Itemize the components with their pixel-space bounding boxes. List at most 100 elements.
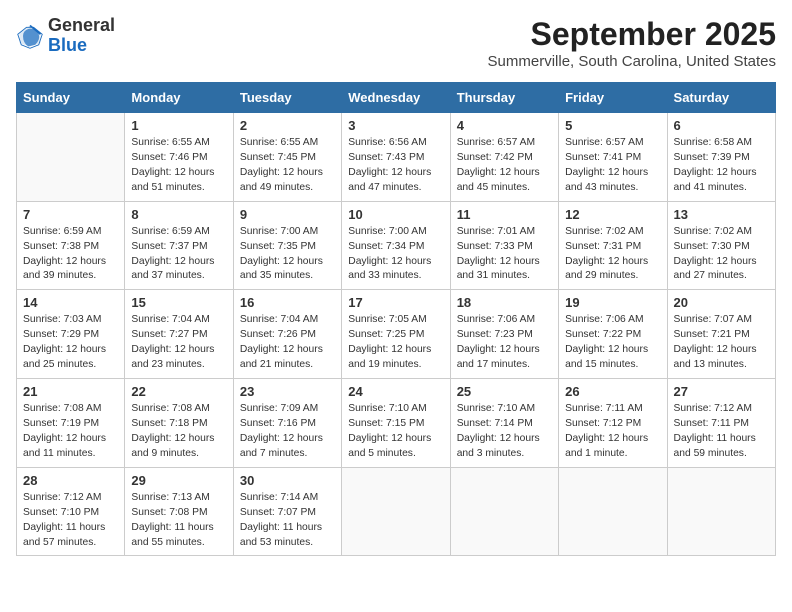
day-info: Sunrise: 6:57 AM Sunset: 7:41 PM Dayligh…: [565, 136, 660, 196]
calendar-day-cell: 19 Sunrise: 7:06 AM Sunset: 7:22 PM Dayli…: [559, 290, 667, 379]
calendar-day-cell: [450, 467, 558, 556]
calendar-day-cell: 28Sunrise: 7:12 AM Sunset: 7:10 PM Dayli…: [17, 467, 125, 556]
calendar-day-cell: 24 Sunrise: 7:10 AM Sunset: 7:15 PM Dayli…: [342, 379, 450, 468]
logo-icon: [16, 22, 44, 50]
day-number: 6: [674, 118, 769, 133]
day-number: 13: [674, 207, 769, 222]
day-number: 4: [457, 118, 552, 133]
day-info: Sunrise: 7:01 AM Sunset: 7:33 PM Dayligh…: [457, 225, 552, 285]
calendar-day-cell: 27 Sunrise: 7:12 AM Sunset: 7:11 PM Dayli…: [667, 379, 775, 468]
calendar-day-cell: 3 Sunrise: 6:56 AM Sunset: 7:43 PM Daylig…: [342, 113, 450, 202]
day-number: 12: [565, 207, 660, 222]
calendar-day-cell: 17Sunrise: 7:05 AM Sunset: 7:25 PM Dayli…: [342, 290, 450, 379]
calendar-day-cell: 10 Sunrise: 7:00 AM Sunset: 7:34 PM Dayli…: [342, 201, 450, 290]
day-number: 9: [240, 207, 335, 222]
calendar-day-cell: 2 Sunrise: 6:55 AM Sunset: 7:45 PM Daylig…: [233, 113, 341, 202]
calendar-day-cell: 18Sunrise: 7:06 AM Sunset: 7:23 PM Dayli…: [450, 290, 558, 379]
calendar-day-cell: 22 Sunrise: 7:08 AM Sunset: 7:18 PM Dayli…: [125, 379, 233, 468]
calendar-day-cell: 9 Sunrise: 7:00 AM Sunset: 7:35 PM Daylig…: [233, 201, 341, 290]
day-number: 1: [131, 118, 226, 133]
day-number: 8: [131, 207, 226, 222]
day-info: Sunrise: 7:08 AM Sunset: 7:19 PM Dayligh…: [23, 402, 118, 462]
calendar-day-cell: 12 Sunrise: 7:02 AM Sunset: 7:31 PM Dayli…: [559, 201, 667, 290]
calendar-day-cell: 29Sunrise: 7:13 AM Sunset: 7:08 PM Dayli…: [125, 467, 233, 556]
day-info: Sunrise: 6:56 AM Sunset: 7:43 PM Dayligh…: [348, 136, 443, 196]
day-info: Sunrise: 7:02 AM Sunset: 7:31 PM Dayligh…: [565, 225, 660, 285]
day-info: Sunrise: 7:12 AM Sunset: 7:11 PM Dayligh…: [674, 402, 769, 462]
day-number: 11: [457, 207, 552, 222]
calendar-table: SundayMondayTuesdayWednesdayThursdayFrid…: [16, 82, 776, 556]
day-info: Sunrise: 7:05 AM Sunset: 7:25 PM Dayligh…: [348, 313, 443, 373]
calendar-day-cell: 11 Sunrise: 7:01 AM Sunset: 7:33 PM Dayli…: [450, 201, 558, 290]
day-info: Sunrise: 7:08 AM Sunset: 7:18 PM Dayligh…: [131, 402, 226, 462]
logo: General Blue: [16, 16, 115, 56]
calendar-day-cell: 21 Sunrise: 7:08 AM Sunset: 7:19 PM Dayli…: [17, 379, 125, 468]
day-number: 30: [240, 473, 335, 488]
day-info: Sunrise: 7:02 AM Sunset: 7:30 PM Dayligh…: [674, 225, 769, 285]
day-number: 10: [348, 207, 443, 222]
day-number: 14: [23, 295, 118, 310]
calendar-day-cell: [667, 467, 775, 556]
calendar-day-cell: [342, 467, 450, 556]
page-header: General Blue September 2025 Summerville,…: [16, 16, 776, 70]
day-info: Sunrise: 7:11 AM Sunset: 7:12 PM Dayligh…: [565, 402, 660, 462]
day-number: 24: [348, 384, 443, 399]
day-number: 23: [240, 384, 335, 399]
calendar-day-cell: 30 Sunrise: 7:14 AM Sunset: 7:07 PM Dayli…: [233, 467, 341, 556]
weekday-header-cell: Sunday: [17, 83, 125, 113]
day-info: Sunrise: 6:55 AM Sunset: 7:45 PM Dayligh…: [240, 136, 335, 196]
day-info: Sunrise: 6:57 AM Sunset: 7:42 PM Dayligh…: [457, 136, 552, 196]
day-info: Sunrise: 7:10 AM Sunset: 7:15 PM Dayligh…: [348, 402, 443, 462]
day-number: 19: [565, 295, 660, 310]
calendar-body: 1Sunrise: 6:55 AM Sunset: 7:46 PM Daylig…: [17, 113, 776, 556]
calendar-day-cell: 20Sunrise: 7:07 AM Sunset: 7:21 PM Dayli…: [667, 290, 775, 379]
day-number: 25: [457, 384, 552, 399]
calendar-day-cell: 23Sunrise: 7:09 AM Sunset: 7:16 PM Dayli…: [233, 379, 341, 468]
weekday-header-row: SundayMondayTuesdayWednesdayThursdayFrid…: [17, 83, 776, 113]
day-number: 16: [240, 295, 335, 310]
day-info: Sunrise: 7:03 AM Sunset: 7:29 PM Dayligh…: [23, 313, 118, 373]
day-info: Sunrise: 7:00 AM Sunset: 7:34 PM Dayligh…: [348, 225, 443, 285]
day-number: 22: [131, 384, 226, 399]
calendar-day-cell: 25 Sunrise: 7:10 AM Sunset: 7:14 PM Dayli…: [450, 379, 558, 468]
day-info: Sunrise: 6:59 AM Sunset: 7:38 PM Dayligh…: [23, 225, 118, 285]
month-title: September 2025: [488, 16, 776, 53]
day-info: Sunrise: 7:04 AM Sunset: 7:26 PM Dayligh…: [240, 313, 335, 373]
day-info: Sunrise: 7:00 AM Sunset: 7:35 PM Dayligh…: [240, 225, 335, 285]
location-text: Summerville, South Carolina, United Stat…: [488, 53, 776, 70]
calendar-day-cell: 4 Sunrise: 6:57 AM Sunset: 7:42 PM Daylig…: [450, 113, 558, 202]
day-number: 27: [674, 384, 769, 399]
day-number: 18: [457, 295, 552, 310]
day-number: 15: [131, 295, 226, 310]
day-number: 28: [23, 473, 118, 488]
logo-blue-text: Blue: [48, 35, 87, 55]
calendar-day-cell: 5Sunrise: 6:57 AM Sunset: 7:41 PM Daylig…: [559, 113, 667, 202]
calendar-day-cell: [17, 113, 125, 202]
weekday-header-cell: Wednesday: [342, 83, 450, 113]
weekday-header-cell: Thursday: [450, 83, 558, 113]
day-number: 3: [348, 118, 443, 133]
weekday-header-cell: Saturday: [667, 83, 775, 113]
calendar-week-row: 7 Sunrise: 6:59 AM Sunset: 7:38 PM Daylig…: [17, 201, 776, 290]
calendar-week-row: 28Sunrise: 7:12 AM Sunset: 7:10 PM Dayli…: [17, 467, 776, 556]
weekday-header-cell: Tuesday: [233, 83, 341, 113]
calendar-day-cell: 26 Sunrise: 7:11 AM Sunset: 7:12 PM Dayli…: [559, 379, 667, 468]
calendar-day-cell: 14 Sunrise: 7:03 AM Sunset: 7:29 PM Dayli…: [17, 290, 125, 379]
day-number: 26: [565, 384, 660, 399]
day-number: 7: [23, 207, 118, 222]
calendar-day-cell: 15Sunrise: 7:04 AM Sunset: 7:27 PM Dayli…: [125, 290, 233, 379]
weekday-header-cell: Monday: [125, 83, 233, 113]
day-info: Sunrise: 7:07 AM Sunset: 7:21 PM Dayligh…: [674, 313, 769, 373]
day-info: Sunrise: 7:14 AM Sunset: 7:07 PM Dayligh…: [240, 491, 335, 551]
day-info: Sunrise: 7:13 AM Sunset: 7:08 PM Dayligh…: [131, 491, 226, 551]
calendar-day-cell: 13 Sunrise: 7:02 AM Sunset: 7:30 PM Dayli…: [667, 201, 775, 290]
calendar-week-row: 21 Sunrise: 7:08 AM Sunset: 7:19 PM Dayli…: [17, 379, 776, 468]
day-number: 21: [23, 384, 118, 399]
day-info: Sunrise: 6:59 AM Sunset: 7:37 PM Dayligh…: [131, 225, 226, 285]
calendar-day-cell: 6Sunrise: 6:58 AM Sunset: 7:39 PM Daylig…: [667, 113, 775, 202]
day-info: Sunrise: 7:10 AM Sunset: 7:14 PM Dayligh…: [457, 402, 552, 462]
day-number: 2: [240, 118, 335, 133]
day-info: Sunrise: 7:06 AM Sunset: 7:22 PM Dayligh…: [565, 313, 660, 373]
calendar-day-cell: 1Sunrise: 6:55 AM Sunset: 7:46 PM Daylig…: [125, 113, 233, 202]
calendar-day-cell: 8 Sunrise: 6:59 AM Sunset: 7:37 PM Daylig…: [125, 201, 233, 290]
